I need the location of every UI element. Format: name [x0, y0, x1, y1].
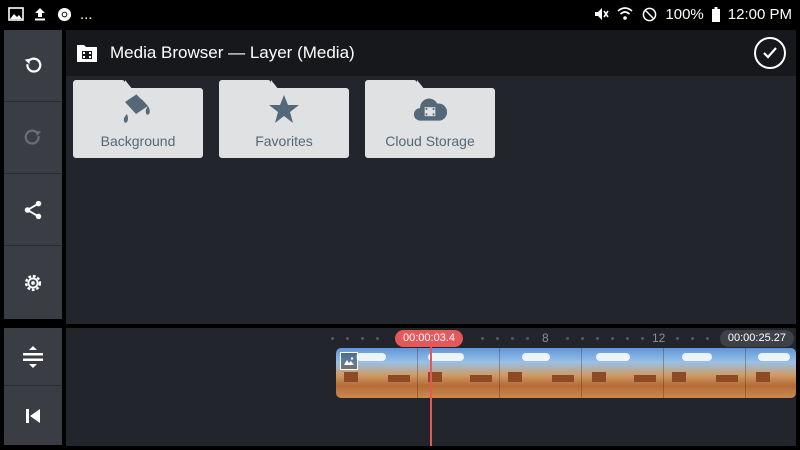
star-icon: [267, 92, 301, 126]
redo-icon: [24, 129, 42, 145]
split-layers-icon: [23, 345, 43, 368]
redo-button[interactable]: [4, 102, 62, 174]
media-clip[interactable]: [336, 348, 796, 398]
folder-favorites[interactable]: Favorites: [219, 80, 349, 158]
ruler-label: 12: [652, 331, 666, 345]
settings-button[interactable]: [4, 246, 62, 319]
edit-toolbar: [4, 30, 62, 322]
folder-label: Favorites: [255, 133, 313, 149]
undo-icon: [24, 57, 42, 73]
skip-to-start-icon: [26, 408, 40, 423]
cloud-film-icon: [413, 92, 447, 126]
clock: 12:00 PM: [727, 5, 792, 23]
playhead[interactable]: [430, 346, 432, 446]
skip-to-start-button[interactable]: [4, 386, 62, 445]
split-layers-button[interactable]: [4, 328, 62, 386]
playhead-time: 00:00:03.4: [395, 330, 463, 347]
paint-bucket-icon: [121, 92, 155, 126]
media-browser-header: Media Browser — Layer (Media): [66, 30, 796, 76]
media-browser-panel: Media Browser — Layer (Media) Background…: [66, 30, 796, 324]
timeline[interactable]: 8 12 00:00:03.4 00:00:25.27: [66, 328, 796, 446]
upload-icon: [32, 6, 48, 22]
check-circle-icon: [763, 47, 777, 59]
battery-icon: [711, 6, 720, 22]
undo-button[interactable]: [4, 30, 62, 102]
image-clip-icon: [340, 352, 358, 370]
settings-icon: [24, 274, 42, 291]
folder-label: Background: [100, 133, 176, 149]
timeline-toolbar: [4, 328, 62, 446]
share-icon: [24, 200, 42, 219]
do-not-disturb-icon: [641, 6, 657, 22]
chrome-icon: [56, 6, 72, 22]
mute-icon: [593, 6, 610, 22]
total-duration: 00:00:25.27: [719, 330, 794, 347]
folder-label: Cloud Storage: [385, 133, 475, 149]
gallery-icon: [8, 6, 24, 22]
share-button[interactable]: [4, 174, 62, 246]
more-notifications: ...: [80, 5, 93, 23]
status-bar: ... 100% 12:00 PM: [0, 0, 800, 28]
page-title: Media Browser — Layer (Media): [110, 43, 355, 62]
folder-background[interactable]: Background: [73, 80, 203, 158]
folder-list: Background Favorites Cloud Storage: [73, 80, 495, 158]
folder-cloud-storage[interactable]: Cloud Storage: [365, 80, 495, 158]
ruler-label: 8: [542, 331, 549, 345]
wifi-icon: [617, 6, 633, 22]
battery-percent: 100%: [665, 5, 704, 23]
confirm-button[interactable]: [754, 37, 786, 69]
media-folder-icon: [77, 45, 97, 62]
